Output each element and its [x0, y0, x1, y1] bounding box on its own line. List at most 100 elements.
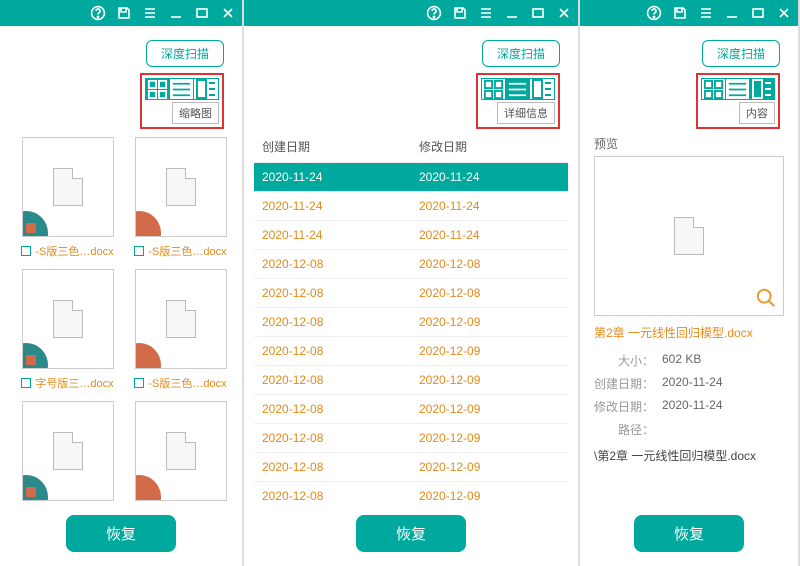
- file-table: 创建日期 修改日期 2020-11-242020-11-242020-11-24…: [244, 131, 578, 505]
- table-row[interactable]: 2020-12-082020-12-09: [254, 453, 568, 482]
- help-icon[interactable]: [646, 5, 662, 21]
- checkbox-icon[interactable]: [134, 246, 144, 256]
- thumbnail-item[interactable]: -S版三色…docx: [14, 137, 121, 263]
- status-corner-icon: [22, 209, 50, 237]
- document-icon: [53, 168, 83, 206]
- minimize-icon[interactable]: [168, 5, 184, 21]
- view-list-icon[interactable]: [170, 79, 194, 99]
- menu-icon[interactable]: [698, 5, 714, 21]
- cell-modified: 2020-12-09: [411, 453, 568, 481]
- menu-icon[interactable]: [478, 5, 494, 21]
- thumbnail-frame: [135, 269, 227, 369]
- maximize-icon[interactable]: [530, 5, 546, 21]
- meta-path-value: \第2章 一元线性回归模型.docx: [594, 441, 784, 464]
- table-row[interactable]: 2020-12-082020-12-09: [254, 395, 568, 424]
- minimize-icon[interactable]: [504, 5, 520, 21]
- view-tooltip: 内容: [739, 102, 775, 124]
- view-thumbnail-icon[interactable]: [702, 79, 726, 99]
- restore-button[interactable]: 恢复: [634, 515, 744, 552]
- table-row[interactable]: 2020-12-082020-12-09: [254, 482, 568, 505]
- cell-created: 2020-12-08: [254, 308, 411, 336]
- view-switch: [145, 78, 219, 100]
- panel-thumbnail-view: 深度扫描 缩略图 -S版三色…docx-S版三色…docx字号版三…docx-S…: [0, 0, 244, 566]
- view-list-icon[interactable]: [726, 79, 750, 99]
- restore-button[interactable]: 恢复: [66, 515, 176, 552]
- cell-created: 2020-12-08: [254, 366, 411, 394]
- cell-created: 2020-12-08: [254, 453, 411, 481]
- table-row[interactable]: 2020-11-242020-11-24: [254, 163, 568, 192]
- thumbnail-item[interactable]: 字号版三…docx: [14, 269, 121, 395]
- preview-pane: 预览 第2章 一元线性回归模型.docx 大小：602 KB 创建日期：2020…: [580, 131, 798, 505]
- table-row[interactable]: 2020-12-082020-12-08: [254, 250, 568, 279]
- view-thumbnail-icon[interactable]: [482, 79, 506, 99]
- table-row[interactable]: 2020-11-242020-11-24: [254, 221, 568, 250]
- help-icon[interactable]: [426, 5, 442, 21]
- table-row[interactable]: 2020-12-082020-12-09: [254, 424, 568, 453]
- thumbnail-item[interactable]: [127, 401, 234, 505]
- cell-modified: 2020-11-24: [411, 221, 568, 249]
- cell-modified: 2020-12-09: [411, 395, 568, 423]
- table-row[interactable]: 2020-12-082020-12-09: [254, 337, 568, 366]
- deep-scan-button[interactable]: 深度扫描: [146, 40, 224, 67]
- meta-path-label: 路径：: [594, 421, 654, 438]
- cell-created: 2020-12-08: [254, 250, 411, 278]
- cell-modified: 2020-11-24: [411, 192, 568, 220]
- table-row[interactable]: 2020-12-082020-12-08: [254, 279, 568, 308]
- help-icon[interactable]: [90, 5, 106, 21]
- col-created[interactable]: 创建日期: [254, 131, 411, 162]
- table-row[interactable]: 2020-11-242020-11-24: [254, 192, 568, 221]
- maximize-icon[interactable]: [750, 5, 766, 21]
- cell-modified: 2020-12-08: [411, 279, 568, 307]
- thumbnail-frame: [22, 269, 114, 369]
- magnify-icon[interactable]: [755, 287, 777, 309]
- table-row[interactable]: 2020-12-082020-12-09: [254, 308, 568, 337]
- thumbnail-item[interactable]: -S版三色…docx: [127, 137, 234, 263]
- meta-size-value: 602 KB: [662, 352, 701, 369]
- thumbnail-frame: [22, 137, 114, 237]
- thumbnail-frame: [135, 137, 227, 237]
- checkbox-icon[interactable]: [134, 378, 144, 388]
- table-row[interactable]: 2020-12-082020-12-09: [254, 366, 568, 395]
- cell-modified: 2020-11-24: [411, 163, 568, 191]
- panel-content-view: 深度扫描 内容 预览 第2章 一元线性回归模型.docx 大小：602 KB 创…: [580, 0, 800, 566]
- deep-scan-button[interactable]: 深度扫描: [702, 40, 780, 67]
- highlight-box: 缩略图: [140, 73, 224, 129]
- minimize-icon[interactable]: [724, 5, 740, 21]
- save-icon[interactable]: [672, 5, 688, 21]
- maximize-icon[interactable]: [194, 5, 210, 21]
- close-icon[interactable]: [220, 5, 236, 21]
- close-icon[interactable]: [776, 5, 792, 21]
- thumbnail-frame: [135, 401, 227, 501]
- view-content-icon[interactable]: [194, 79, 218, 99]
- view-switch: [701, 78, 775, 100]
- status-corner-icon: [22, 473, 50, 501]
- meta-created-label: 创建日期：: [594, 375, 654, 392]
- save-icon[interactable]: [116, 5, 132, 21]
- view-list-icon[interactable]: [506, 79, 530, 99]
- titlebar: [580, 0, 798, 26]
- cell-created: 2020-12-08: [254, 395, 411, 423]
- status-corner-icon: [22, 341, 50, 369]
- thumbnail-frame: [22, 401, 114, 501]
- view-content-icon[interactable]: [530, 79, 554, 99]
- col-modified[interactable]: 修改日期: [411, 131, 568, 162]
- meta-modified-label: 修改日期：: [594, 398, 654, 415]
- preview-label: 预览: [594, 131, 784, 156]
- menu-icon[interactable]: [142, 5, 158, 21]
- checkbox-icon[interactable]: [21, 378, 31, 388]
- highlight-box: 详细信息: [476, 73, 560, 129]
- view-content-icon[interactable]: [750, 79, 774, 99]
- view-thumbnail-icon[interactable]: [146, 79, 170, 99]
- restore-button[interactable]: 恢复: [356, 515, 466, 552]
- document-icon: [674, 217, 704, 255]
- titlebar: [0, 0, 242, 26]
- checkbox-icon[interactable]: [21, 246, 31, 256]
- thumbnail-label: -S版三色…docx: [134, 243, 226, 259]
- document-icon: [166, 432, 196, 470]
- deep-scan-button[interactable]: 深度扫描: [482, 40, 560, 67]
- thumbnail-item[interactable]: [14, 401, 121, 505]
- thumbnail-item[interactable]: -S版三色…docx: [127, 269, 234, 395]
- thumbnail-label: -S版三色…docx: [21, 243, 113, 259]
- save-icon[interactable]: [452, 5, 468, 21]
- close-icon[interactable]: [556, 5, 572, 21]
